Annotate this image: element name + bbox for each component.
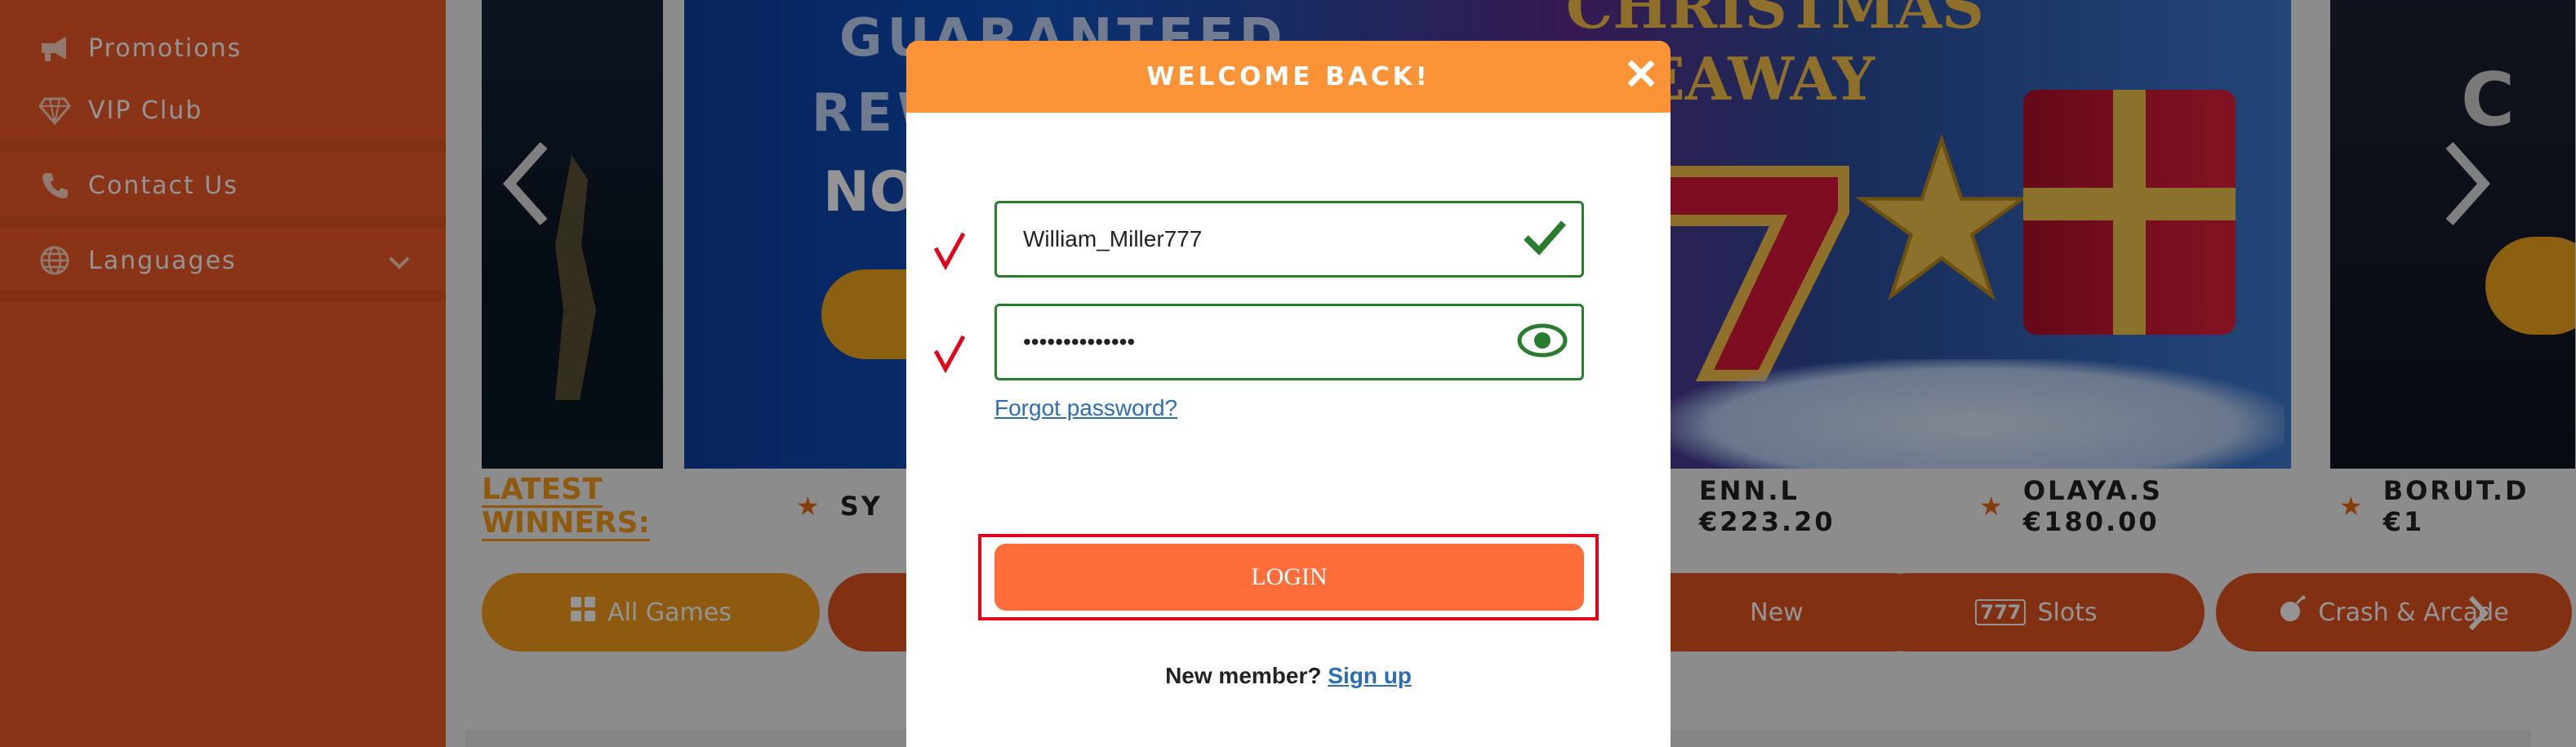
- username-input[interactable]: [1021, 225, 1482, 253]
- signup-row: New member? Sign up: [906, 663, 1671, 689]
- signup-link[interactable]: Sign up: [1328, 663, 1412, 688]
- modal-header: WELCOME BACK!: [906, 41, 1671, 113]
- password-input[interactable]: [1021, 328, 1482, 356]
- username-field[interactable]: [994, 201, 1584, 278]
- valid-check-icon: [1524, 220, 1566, 256]
- validation-check-icon: [933, 232, 966, 271]
- modal-title: WELCOME BACK!: [1146, 62, 1430, 91]
- login-button[interactable]: LOGIN: [994, 544, 1584, 611]
- new-member-text: New member?: [1165, 663, 1322, 688]
- close-icon[interactable]: [1623, 56, 1659, 91]
- validation-check-icon: [933, 335, 966, 374]
- password-field[interactable]: [994, 304, 1584, 380]
- login-modal: WELCOME BACK! Forgot password? LOGIN New…: [906, 41, 1671, 747]
- forgot-password-link[interactable]: Forgot password?: [994, 395, 1177, 421]
- eye-icon[interactable]: [1516, 316, 1568, 365]
